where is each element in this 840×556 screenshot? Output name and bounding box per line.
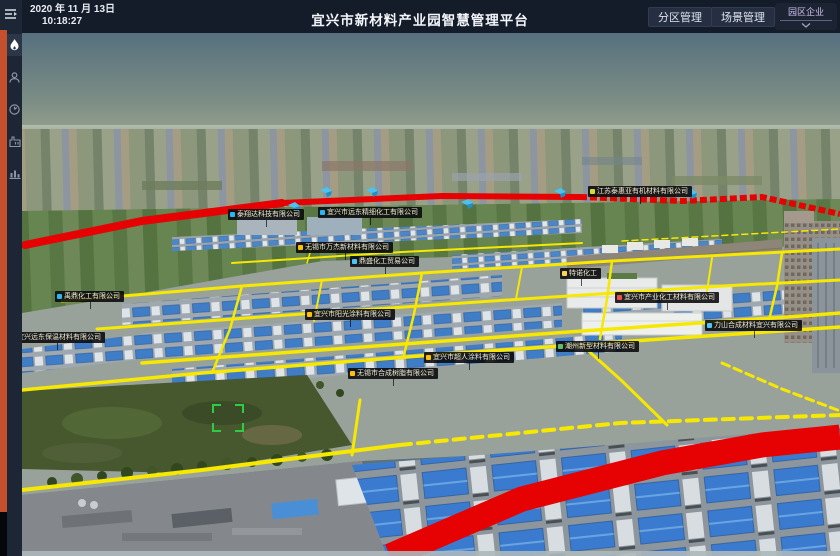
- sidebar-item-alarm[interactable]: [7, 34, 22, 56]
- company-label[interactable]: 宜兴市超人涂料有限公司: [424, 352, 514, 363]
- sidebar-item-statistics[interactable]: [7, 162, 22, 184]
- company-label[interactable]: 潮州新型材料有限公司: [556, 341, 639, 352]
- location-marker[interactable]: [460, 197, 474, 208]
- park-enterprises-dropdown[interactable]: 园区企业: [775, 3, 837, 30]
- company-label[interactable]: 禹鼎化工有限公司: [55, 291, 124, 302]
- company-label[interactable]: 宜兴市产业化工材料有限公司: [615, 292, 719, 303]
- sidebar-item-enterprise[interactable]: [7, 130, 22, 152]
- company-pin-icon: [590, 189, 595, 194]
- flame-icon: [9, 39, 20, 52]
- company-pin-icon: [298, 245, 303, 250]
- bar-chart-icon: [9, 168, 21, 179]
- company-pin-icon: [707, 323, 712, 328]
- sidebar: [0, 0, 22, 556]
- map-viewport[interactable]: 泰翔达科技有限公司 宜兴市远东精细化工有限公司 无锡市万杰新材料有限公司 鼎盛化…: [22, 33, 840, 556]
- company-label[interactable]: 无锡市合成树脂有限公司: [348, 368, 438, 379]
- company-label[interactable]: 宜兴远东保温材料有限公司: [22, 332, 105, 343]
- sky-horizon: [22, 33, 840, 137]
- company-pin-icon: [562, 271, 567, 276]
- company-label[interactable]: 力山合成材料宜兴有限公司: [705, 320, 802, 331]
- factory-icon: [9, 136, 21, 147]
- company-pin-icon: [617, 295, 622, 300]
- company-pin-icon: [57, 294, 62, 299]
- header-bar: 2020 年 11 月 13日 10:18:27 宜兴市新材料产业园智慧管理平台…: [0, 0, 840, 33]
- gauge-icon: [9, 104, 20, 115]
- company-pin-icon: [307, 312, 312, 317]
- bottom-road-strip: [22, 551, 840, 556]
- sidebar-item-monitor[interactable]: [7, 98, 22, 120]
- company-label[interactable]: 无锡市万杰新材料有限公司: [296, 242, 393, 253]
- user-icon: [9, 72, 20, 83]
- company-label[interactable]: 特诺化工: [560, 268, 601, 279]
- smart-park-platform: 2020 年 11 月 13日 10:18:27 宜兴市新材料产业园智慧管理平台…: [0, 0, 840, 556]
- chevron-down-icon: [801, 23, 811, 28]
- location-marker[interactable]: [319, 185, 333, 196]
- company-label[interactable]: 泰翔达科技有限公司: [228, 209, 304, 220]
- company-pin-icon: [230, 212, 235, 217]
- accent-strip-end: [0, 512, 7, 556]
- location-marker[interactable]: [365, 185, 379, 196]
- company-label[interactable]: 江苏泰惠亚有机材料有限公司: [588, 186, 692, 197]
- company-pin-icon: [558, 344, 563, 349]
- company-pin-icon: [320, 210, 325, 215]
- company-pin-icon: [352, 259, 357, 264]
- orange-accent-strip: [0, 30, 7, 512]
- park-enterprises-label: 园区企业: [780, 5, 832, 21]
- company-label[interactable]: 鼎盛化工贸易公司: [350, 256, 419, 267]
- location-marker[interactable]: [553, 186, 567, 197]
- scene-management-button[interactable]: 场景管理: [711, 7, 775, 27]
- company-pin-icon: [350, 371, 355, 376]
- company-label[interactable]: 宜兴市远东精细化工有限公司: [318, 207, 422, 218]
- company-pin-icon: [426, 355, 431, 360]
- menu-button[interactable]: [0, 0, 22, 28]
- zone-management-button[interactable]: 分区管理: [648, 7, 712, 27]
- hamburger-menu-icon: [5, 9, 17, 19]
- sidebar-item-personnel[interactable]: [7, 66, 22, 88]
- company-label[interactable]: 宜兴市阳光涂料有限公司: [305, 309, 395, 320]
